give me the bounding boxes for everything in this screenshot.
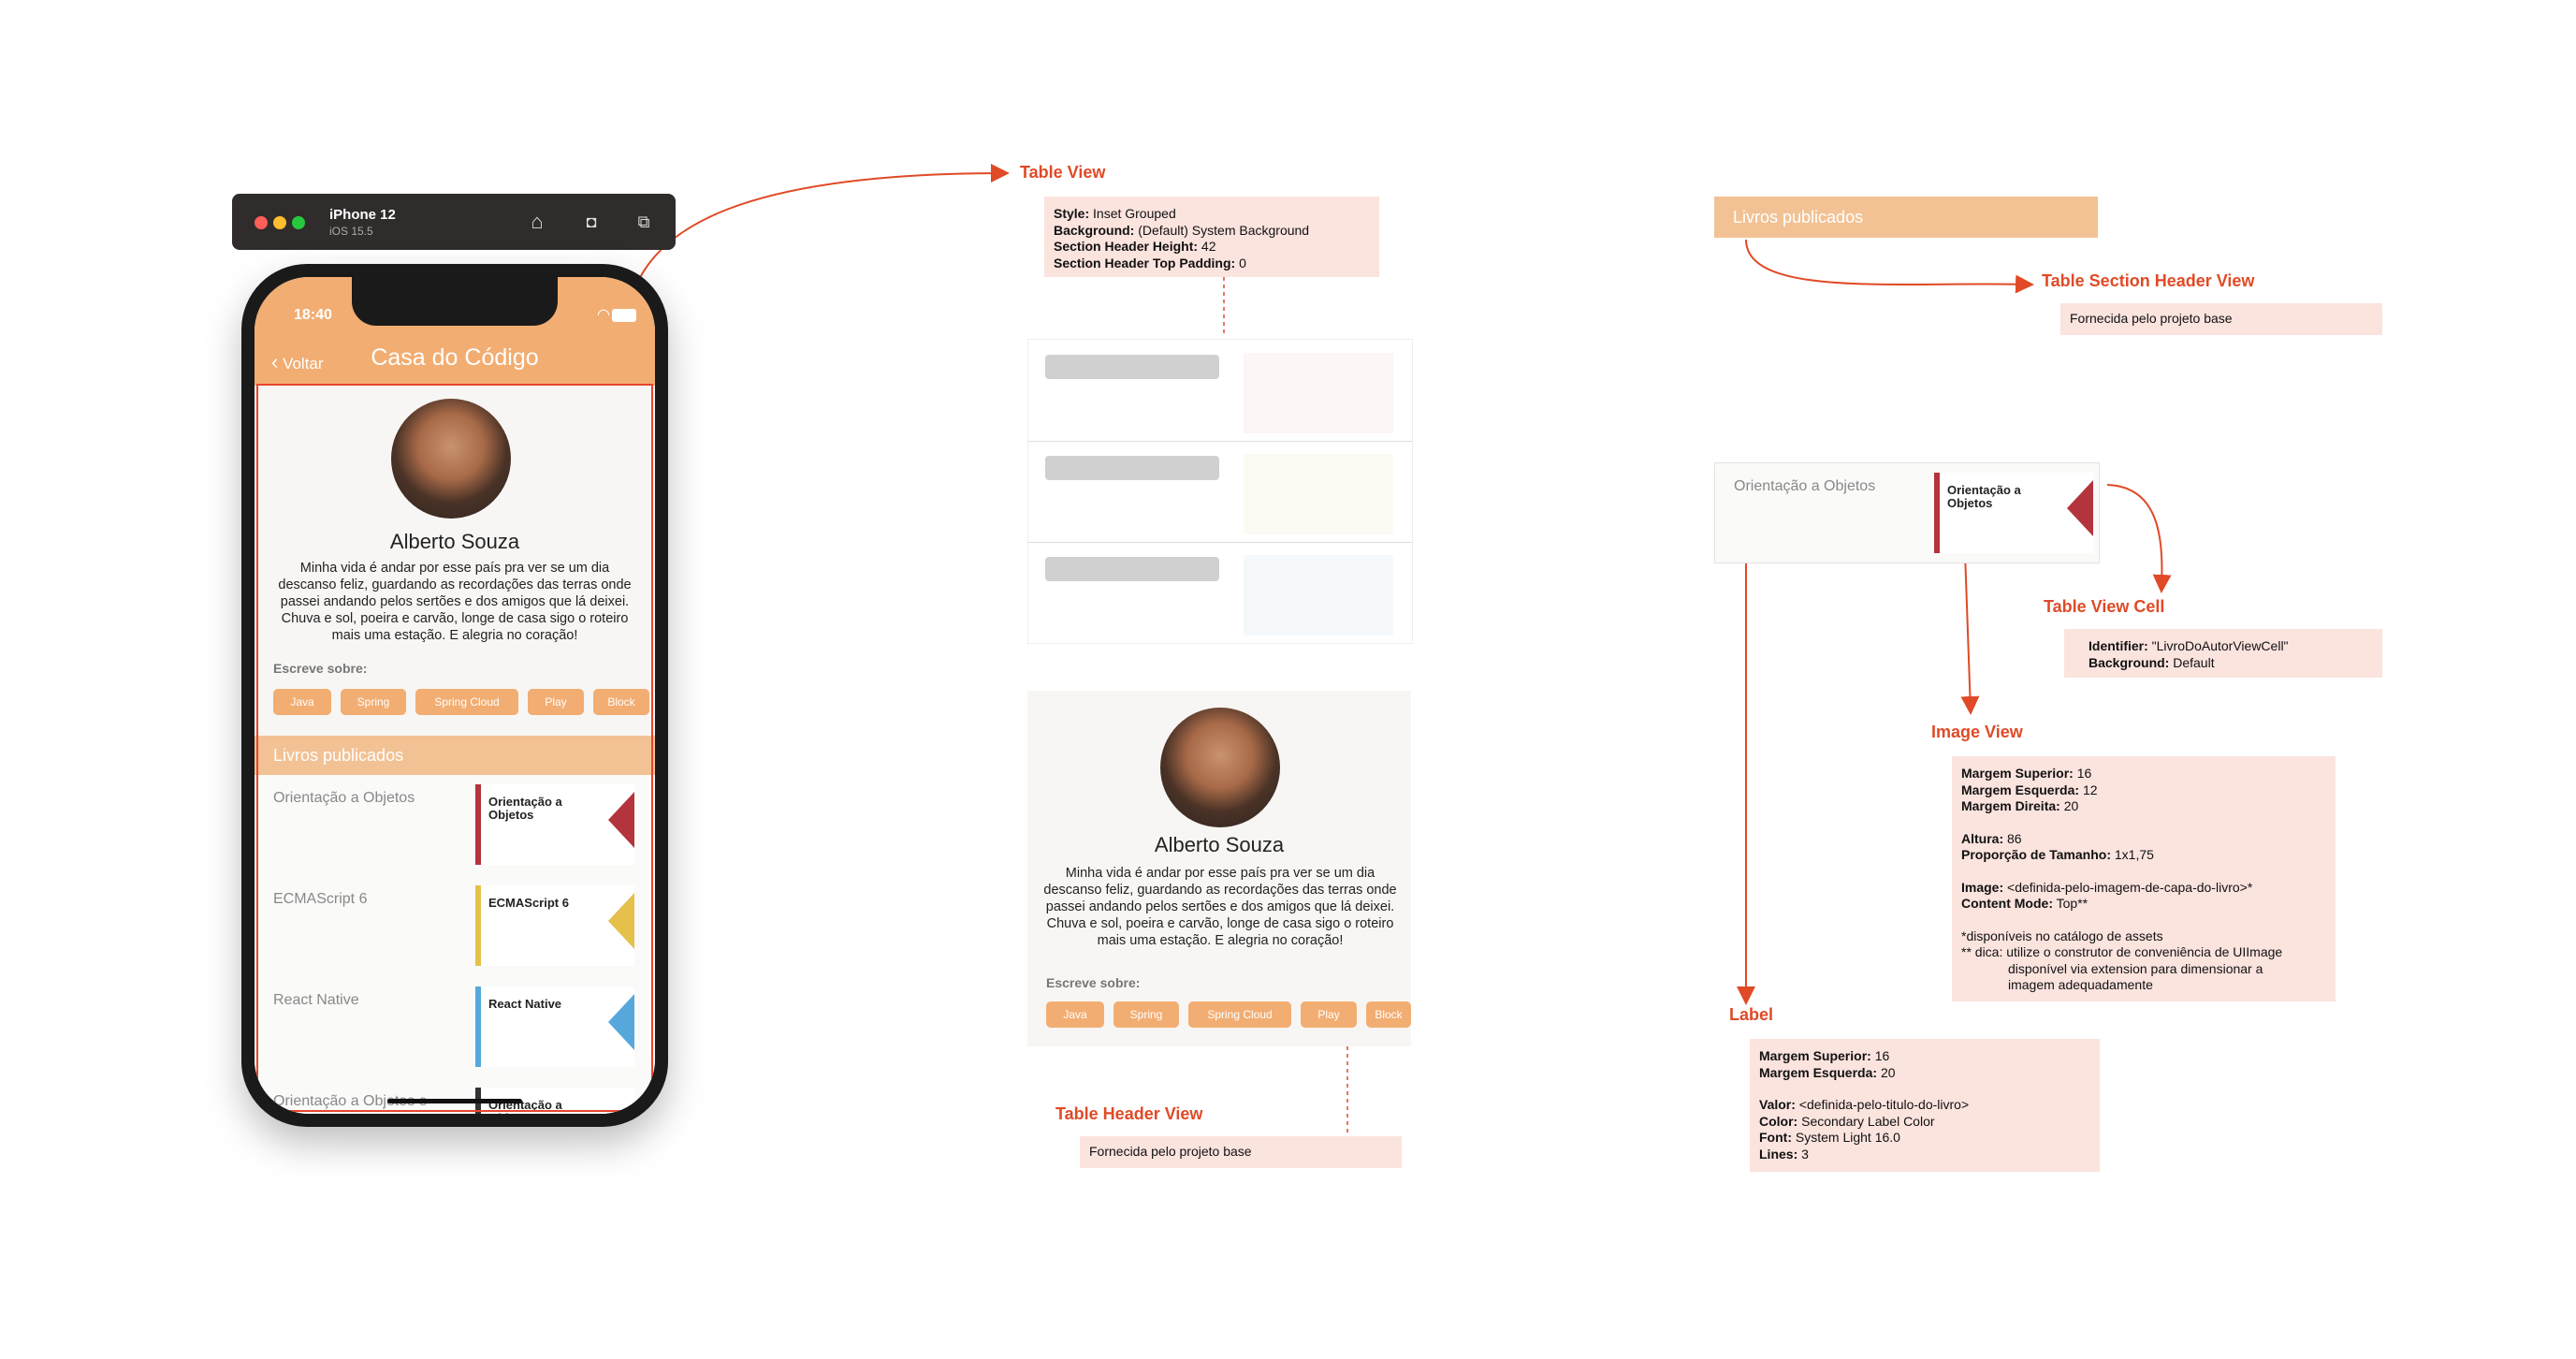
status-time: 18:40 xyxy=(294,307,332,323)
table-view-cell-title: Table View Cell xyxy=(2044,597,2165,616)
rotate-icon[interactable]: ⧉ xyxy=(631,209,657,235)
table-view-cell-spec: Identifier: "LivroDoAutorViewCell" Backg… xyxy=(2064,629,2382,678)
wireframe-row xyxy=(1028,542,1412,643)
spec-line: Identifier: "LivroDoAutorViewCell" xyxy=(2088,638,2289,653)
author-avatar xyxy=(1160,708,1280,827)
label-spec: Margem Superior: 16 Margem Esquerda: 20 … xyxy=(1750,1039,2100,1172)
spec-line: Section Header Top Padding: 0 xyxy=(1054,255,1246,270)
spec-line: Proporção de Tamanho: 1x1,75 xyxy=(1961,847,2154,862)
wireframe-row xyxy=(1028,340,1412,442)
footnote: ** dica: utilize o construtor de conveni… xyxy=(1961,944,2283,959)
cell-sample-cover: Orientação a Objetos xyxy=(1934,473,2093,553)
wifi-icon: ◠ xyxy=(597,307,610,323)
spec-line: Altura: 86 xyxy=(1961,830,2022,846)
author-bio: Minha vida é andar por esse país pra ver… xyxy=(1043,866,1397,948)
tag-chip: Spring Cloud xyxy=(1188,1001,1291,1028)
phone-notch xyxy=(352,277,558,326)
spec-line: Background: Default xyxy=(2088,654,2215,670)
minimize-window-button[interactable] xyxy=(273,216,286,229)
battery-icon xyxy=(612,309,636,322)
spec-line: Image: <definida-pelo-imagem-de-capa-do-… xyxy=(1961,879,2253,895)
spec-line: Lines: 3 xyxy=(1759,1146,1809,1162)
simulator-toolbar: iPhone 12 iOS 15.5 ⌂ ◘ ⧉ xyxy=(232,194,676,250)
image-view-title: Image View xyxy=(1931,723,2023,741)
image-view-spec: Margem Superior: 16 Margem Esquerda: 12 … xyxy=(1952,756,2336,1001)
close-window-button[interactable] xyxy=(255,216,268,229)
spec-line: Background: (Default) System Background xyxy=(1054,222,1310,238)
spec-line: Color: Secondary Label Color xyxy=(1759,1113,1935,1129)
tag-chip: Java xyxy=(1046,1001,1104,1028)
footnote: *disponíveis no catálogo de assets xyxy=(1961,928,2163,943)
tag-chip: Spring xyxy=(1113,1001,1179,1028)
spec-line: Font: System Light 16.0 xyxy=(1759,1130,1900,1145)
iphone-frame: 18:40 ◠ ‹ Voltar Casa do Código Alberto … xyxy=(241,264,668,1127)
tag-chip: Block xyxy=(1366,1001,1411,1028)
spec-line: Margem Esquerda: 12 xyxy=(1961,782,2098,797)
tag-chip: Play xyxy=(1301,1001,1357,1028)
section-header-view-title: Table Section Header View xyxy=(2042,271,2255,290)
screenshot-icon[interactable]: ◘ xyxy=(578,209,604,235)
cell-sample-label: Orientação a Objetos xyxy=(1734,478,1876,494)
table-view-highlight xyxy=(256,384,653,1112)
phone-screen: 18:40 ◠ ‹ Voltar Casa do Código Alberto … xyxy=(255,277,655,1114)
table-header-view-note: Fornecida pelo projeto base xyxy=(1080,1136,1402,1168)
book-cover-title: Orientação a Objetos xyxy=(1947,483,2021,510)
spec-line: Content Mode: Top** xyxy=(1961,896,2088,911)
simulator-device-name: iPhone 12 xyxy=(329,207,396,223)
table-header-view-preview: Alberto Souza Minha vida é andar por ess… xyxy=(1027,691,1411,1046)
author-name: Alberto Souza xyxy=(1154,833,1285,856)
wireframe-row xyxy=(1028,441,1412,543)
spec-line: Margem Superior: 16 xyxy=(1759,1048,1890,1063)
table-view-spec: Style: Inset Grouped Background: (Defaul… xyxy=(1044,197,1379,277)
section-header-view-note: Fornecida pelo projeto base xyxy=(2060,303,2382,335)
table-header-view-title: Table Header View xyxy=(1055,1104,1203,1123)
footnote: imagem adequadamente xyxy=(2008,977,2153,992)
spec-line: Section Header Height: 42 xyxy=(1054,239,1216,254)
writes-about-label: Escreve sobre: xyxy=(1046,975,1141,990)
spec-line: Style: Inset Grouped xyxy=(1054,206,1176,221)
cell-sample: Orientação a Objetos Orientação a Objeto… xyxy=(1714,462,2100,563)
table-view-title: Table View xyxy=(1020,163,1106,182)
zoom-window-button[interactable] xyxy=(292,216,305,229)
spec-line: Margem Superior: 16 xyxy=(1961,766,2092,781)
table-view-wireframe xyxy=(1027,339,1413,644)
section-header-sample: Livros publicados xyxy=(1714,197,2098,238)
spec-line: Margem Esquerda: 20 xyxy=(1759,1064,1896,1080)
footnote: disponível via extension para dimensiona… xyxy=(2008,960,2263,976)
nav-title: Casa do Código xyxy=(371,344,539,371)
spec-line: Margem Direita: 20 xyxy=(1961,798,2079,813)
label-title: Label xyxy=(1729,1005,1774,1024)
home-icon[interactable]: ⌂ xyxy=(524,209,550,235)
spec-line: Valor: <definida-pelo-titulo-do-livro> xyxy=(1759,1097,1970,1112)
simulator-os-version: iOS 15.5 xyxy=(329,225,373,238)
